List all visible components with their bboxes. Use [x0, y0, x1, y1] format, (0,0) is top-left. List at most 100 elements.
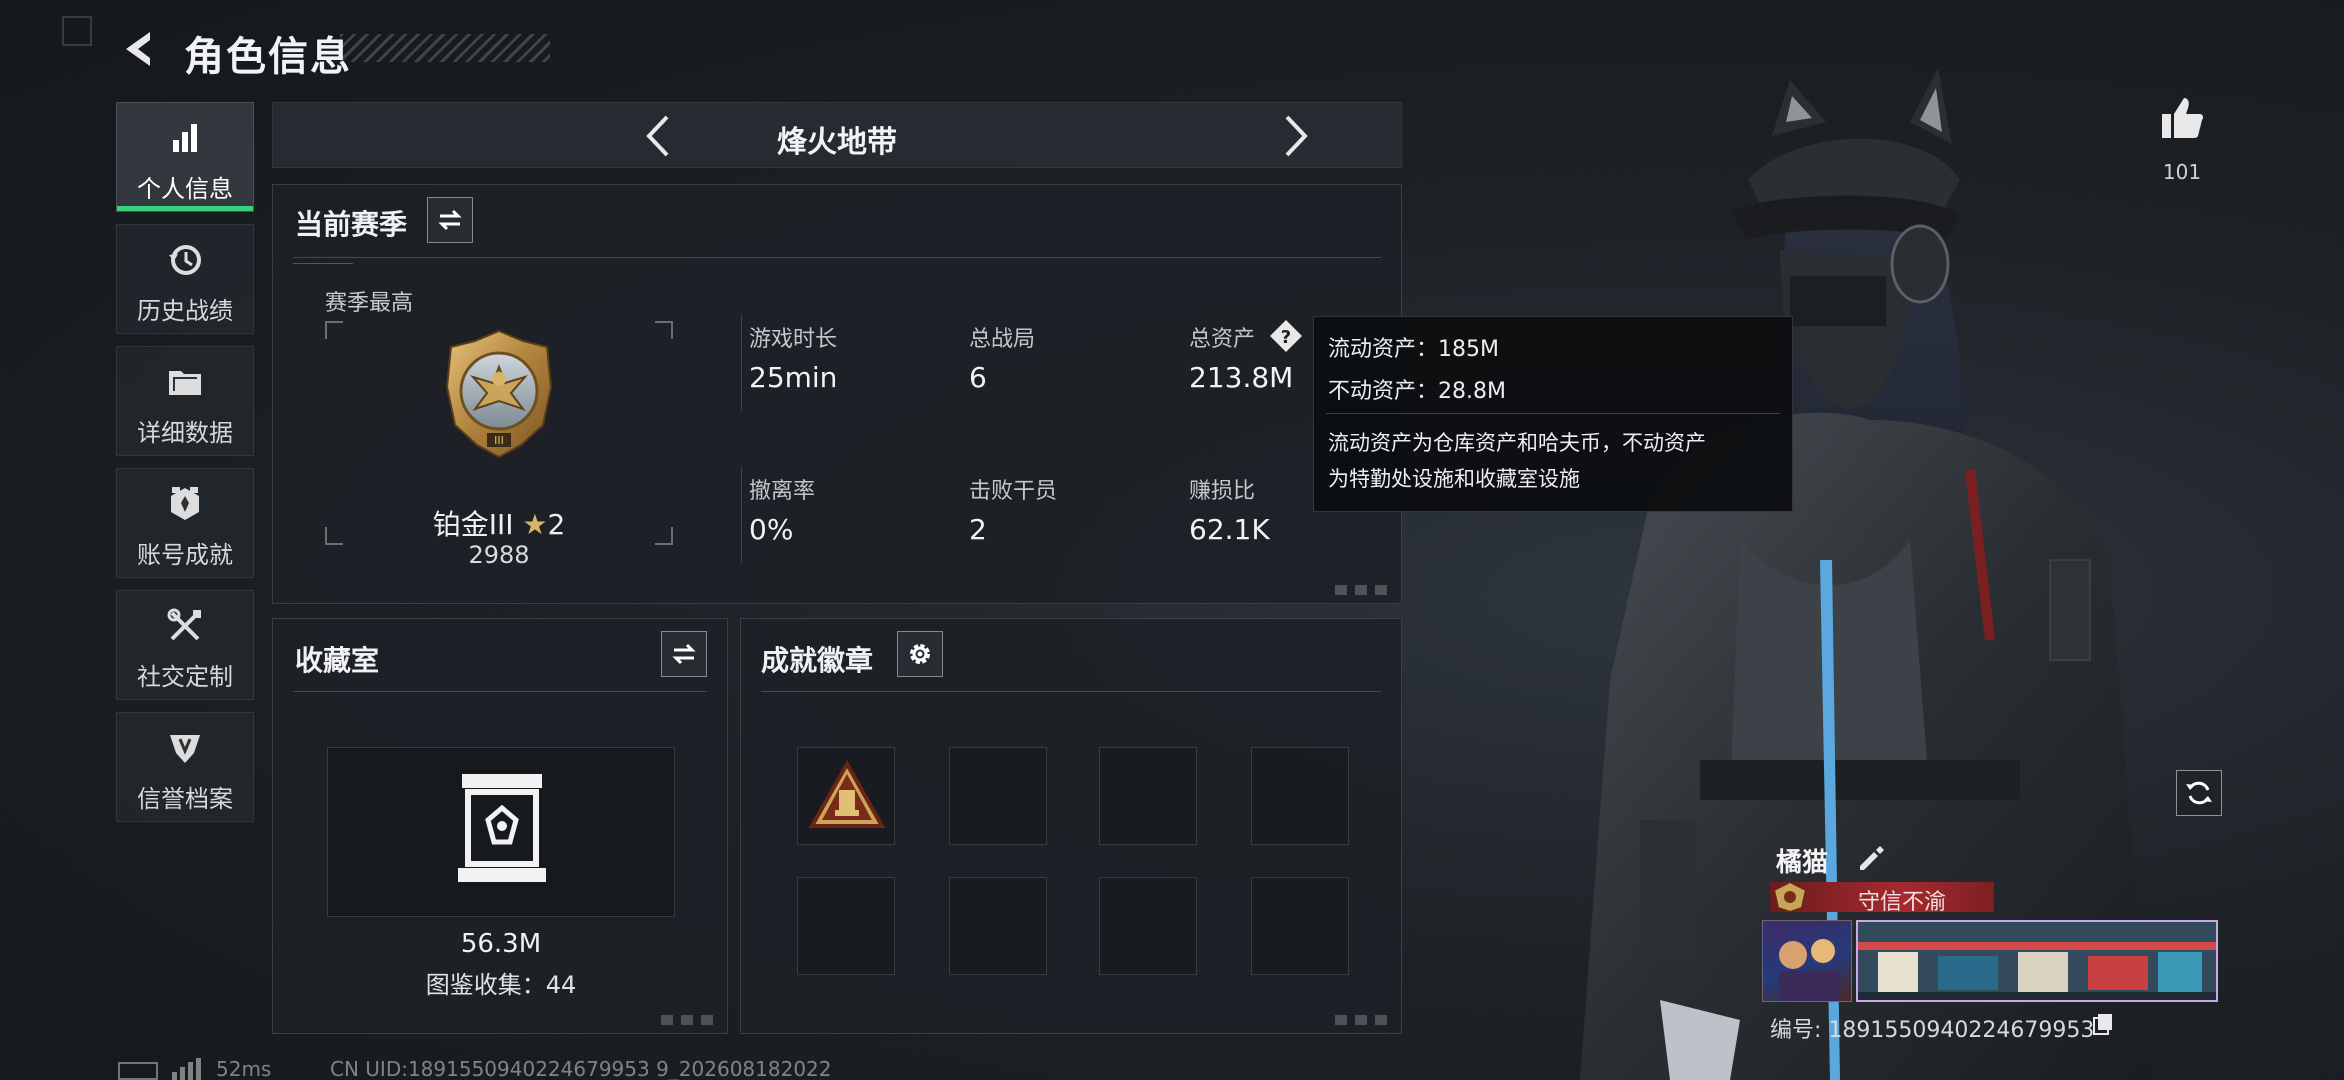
- achievement-badges-panel: 成就徽章: [740, 618, 1402, 1034]
- avatar[interactable]: [1762, 920, 1852, 1002]
- badge-slot-empty[interactable]: [797, 877, 895, 975]
- stat-value-total-matches: 6: [969, 361, 987, 394]
- credit-shield-icon: [170, 735, 200, 763]
- stat-value-operators-defeated: 2: [969, 513, 987, 546]
- sidebar-item-social-custom[interactable]: 社交定制: [116, 590, 254, 700]
- rank-label: 铂金III ★2: [325, 503, 673, 543]
- page-title: 角色信息: [184, 34, 352, 80]
- badge-slot-empty[interactable]: [1251, 877, 1349, 975]
- rank-points: 2988: [468, 541, 530, 569]
- tooltip-fixed-assets: 不动资产：28.8M: [1328, 379, 1506, 404]
- stat-value-total-assets: 213.8M: [1189, 361, 1294, 394]
- tooltip-description-line1: 流动资产为仓库资产和哈夫币，不动资产: [1328, 431, 1706, 455]
- swap-icon: [672, 643, 696, 665]
- badge-slot-empty[interactable]: [949, 747, 1047, 845]
- swap-icon: [438, 209, 462, 231]
- signal-icon: [172, 1058, 201, 1080]
- title-decoration: [340, 34, 550, 62]
- bar-chart-icon: [173, 124, 197, 152]
- thumbs-up-icon[interactable]: [2158, 94, 2206, 142]
- achievement-icon: [171, 487, 199, 520]
- corner-decoration: [62, 16, 92, 46]
- divider: [741, 467, 742, 563]
- stat-label-extract-rate: 撤离率: [749, 479, 816, 504]
- sidebar-item-label: 历史战绩: [137, 297, 233, 325]
- player-name: 橘猫: [1776, 848, 1829, 878]
- sidebar-item-credit-record[interactable]: 信誉档案: [116, 712, 254, 822]
- sidebar-item-account-achievements[interactable]: 账号成就: [116, 468, 254, 578]
- corner-decoration: [1335, 585, 1391, 595]
- name-card-image: [1858, 922, 2216, 1000]
- badge-slot-empty[interactable]: [949, 877, 1047, 975]
- platinum-rank-medal-icon: III: [445, 329, 553, 459]
- svg-text:?: ?: [1281, 327, 1291, 348]
- corner-decoration: [661, 1015, 717, 1025]
- sidebar-item-label: 个人信息: [137, 175, 233, 203]
- folder-icon: [169, 371, 201, 395]
- sidebar-item-history[interactable]: 历史战绩: [116, 224, 254, 334]
- divider: [741, 315, 742, 411]
- sidebar-item-label: 账号成就: [137, 541, 233, 569]
- stat-label-profit-loss-ratio: 赚损比: [1189, 479, 1256, 504]
- badge-slot-empty[interactable]: [1099, 877, 1197, 975]
- chevron-right-icon[interactable]: [1269, 111, 1319, 161]
- divider: [293, 691, 707, 692]
- collection-count: 图鉴收集：44: [425, 971, 577, 999]
- game-mode-selector: 烽火地带: [272, 102, 1402, 168]
- divider-accent: [293, 263, 353, 264]
- rank-stars: 2: [547, 508, 566, 541]
- title-emblem-icon: [1772, 880, 1808, 914]
- badge-slot-filled[interactable]: [797, 747, 895, 845]
- stat-label-operators-defeated: 击败干员: [969, 479, 1058, 504]
- player-id: 编号: 1891550940224679953: [1770, 1018, 2095, 1043]
- collection-switch-button[interactable]: [661, 631, 707, 677]
- stat-label-total-assets: 总资产: [1189, 327, 1256, 352]
- stat-label-play-time: 游戏时长: [749, 327, 838, 352]
- sidebar-item-label: 详细数据: [137, 419, 233, 447]
- current-season-panel: 当前赛季 赛季最高 III 铂金III ★2 2988 游戏时长 25min 总…: [272, 184, 1402, 604]
- battery-icon: [118, 1062, 158, 1080]
- edit-pencil-icon[interactable]: [1856, 844, 1884, 872]
- sidebar-item-personal-info[interactable]: 个人信息: [116, 102, 254, 212]
- sidebar-item-label: 信誉档案: [137, 785, 233, 813]
- season-best-label: 赛季最高: [325, 291, 414, 316]
- divider: [293, 257, 1381, 258]
- stat-value-profit-loss-ratio: 62.1K: [1189, 513, 1270, 546]
- star-icon: ★: [522, 508, 548, 541]
- divider: [1326, 413, 1780, 414]
- help-question-icon[interactable]: ?: [1268, 318, 1304, 354]
- client-uid: CN UID:1891550940224679953 9_20260818202…: [330, 1057, 832, 1080]
- corner-decoration: [1335, 1015, 1391, 1025]
- tools-icon: [167, 608, 201, 641]
- network-ping: 52ms: [216, 1057, 272, 1080]
- badge-slot-empty[interactable]: [1099, 747, 1197, 845]
- display-case-icon: [458, 774, 546, 882]
- avatar-image: [1779, 939, 1839, 1001]
- badge-settings-button[interactable]: [897, 631, 943, 677]
- sidebar-item-label: 社交定制: [137, 663, 233, 691]
- collection-panel-title: 收藏室: [295, 644, 380, 677]
- rank-name: 铂金III: [432, 508, 514, 541]
- back-arrow-icon[interactable]: [116, 26, 162, 72]
- season-panel-title: 当前赛季: [295, 208, 408, 241]
- tooltip-liquid-assets: 流动资产：185M: [1328, 337, 1499, 362]
- collection-value: 56.3M: [460, 929, 542, 959]
- stat-value-extract-rate: 0%: [749, 513, 794, 546]
- gear-icon: [910, 644, 930, 664]
- game-mode-title: 烽火地带: [777, 125, 897, 160]
- stat-value-play-time: 25min: [749, 361, 838, 394]
- collection-display[interactable]: [327, 747, 675, 917]
- tooltip-description-line2: 为特勤处设施和收藏室设施: [1328, 467, 1580, 491]
- divider: [761, 691, 1381, 692]
- asset-tooltip: 流动资产：185M 不动资产：28.8M 流动资产为仓库资产和哈夫币，不动资产 …: [1313, 316, 1793, 512]
- pyramid-badge-icon: [808, 760, 886, 828]
- sidebar-item-detailed-data[interactable]: 详细数据: [116, 346, 254, 456]
- badge-slot-empty[interactable]: [1251, 747, 1349, 845]
- copy-icon[interactable]: [2092, 1012, 2114, 1036]
- svg-text:III: III: [494, 434, 504, 447]
- refresh-icon: [2186, 781, 2212, 805]
- season-switch-button[interactable]: [427, 197, 473, 243]
- rotate-view-button[interactable]: [2176, 770, 2222, 816]
- player-name-card[interactable]: [1856, 920, 2218, 1002]
- stat-label-total-matches: 总战局: [969, 327, 1036, 352]
